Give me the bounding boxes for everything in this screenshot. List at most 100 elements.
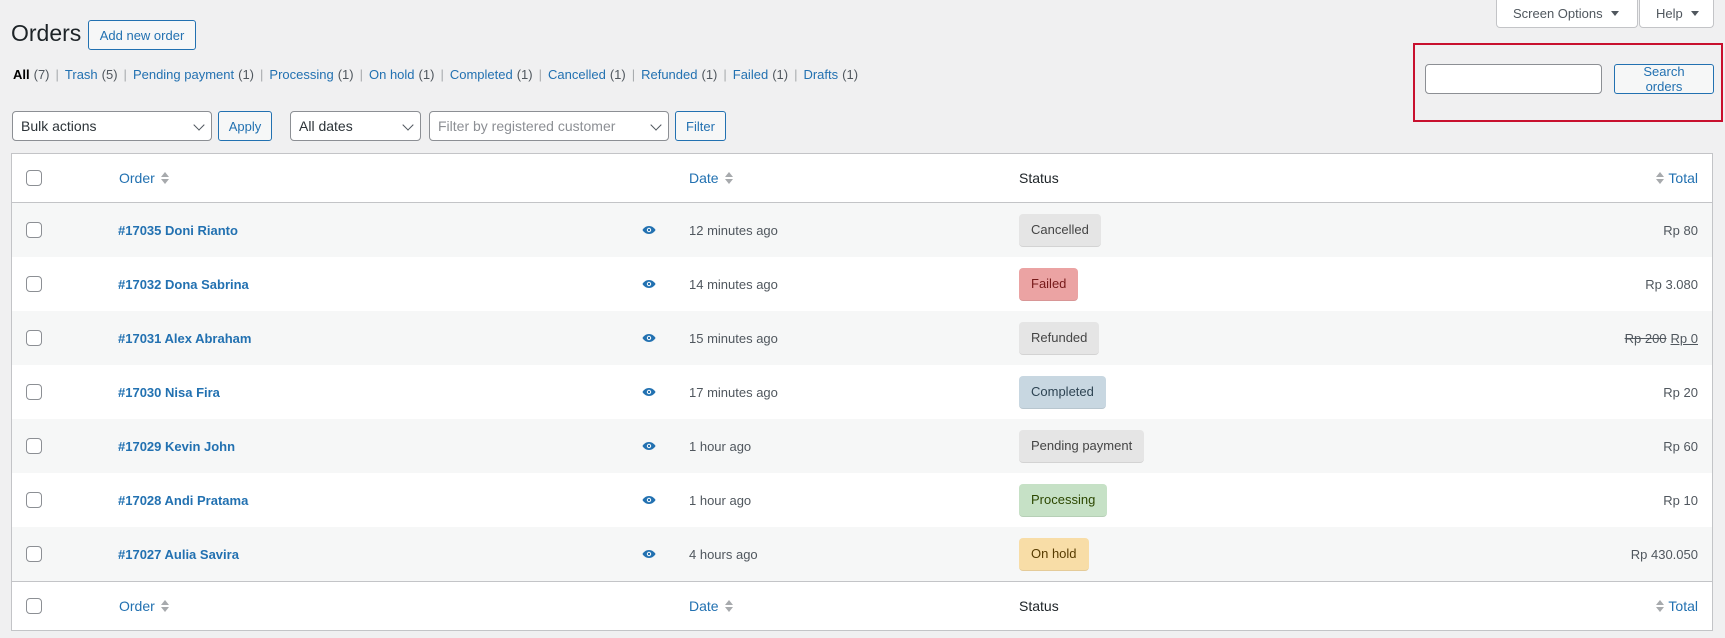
- select-all-checkbox[interactable]: [26, 170, 42, 186]
- order-date: 17 minutes ago: [689, 384, 778, 400]
- order-total-value: Rp 0: [1670, 330, 1698, 346]
- eye-icon[interactable]: [642, 493, 656, 508]
- table-row[interactable]: #17031 Alex Abraham 15 minutes ago Refunde…: [12, 311, 1712, 365]
- filter-link-count: (1): [238, 67, 255, 82]
- order-status-badge: Cancelled: [1019, 213, 1101, 247]
- column-date-sort-footer[interactable]: Date: [689, 598, 719, 614]
- orders-table: Order Date Status Total #17035 Doni Rian…: [11, 153, 1713, 631]
- filter-link-count: (1): [418, 67, 435, 82]
- table-row[interactable]: #17030 Nisa Fira 17 minutes ago Completed R…: [12, 365, 1712, 419]
- eye-icon[interactable]: [642, 223, 656, 238]
- eye-icon[interactable]: [642, 385, 656, 400]
- sort-arrows-icon: [160, 172, 169, 184]
- filter-link-drafts[interactable]: Drafts: [803, 67, 838, 82]
- add-new-order-button[interactable]: Add new order: [88, 20, 196, 50]
- select-all-checkbox-footer[interactable]: [26, 598, 42, 614]
- help-tab[interactable]: Help: [1639, 0, 1714, 28]
- filter-link-cancelled[interactable]: Cancelled: [548, 67, 606, 82]
- help-label: Help: [1656, 6, 1683, 21]
- filter-link-trash[interactable]: Trash: [65, 67, 98, 82]
- filter-link-label: Pending payment: [132, 67, 235, 82]
- status-filter-links: All (7) | Trash (5) | Pending payment (1) | Proce…: [13, 67, 858, 82]
- eye-icon[interactable]: [642, 331, 656, 346]
- filter-link-label: Processing: [269, 67, 334, 82]
- table-row[interactable]: #17032 Dona Sabrina 14 minutes ago Failed R…: [12, 257, 1712, 311]
- caret-down-icon: [1690, 11, 1699, 16]
- order-link[interactable]: #17027 Aulia Savira: [118, 547, 239, 562]
- filter-link-all[interactable]: All: [13, 67, 30, 82]
- sort-arrows-icon: [1656, 172, 1665, 184]
- sort-arrows-icon: [724, 172, 733, 184]
- column-status-label: Status: [1019, 598, 1059, 614]
- column-status-label: Status: [1019, 170, 1059, 186]
- row-checkbox[interactable]: [26, 438, 42, 454]
- row-checkbox[interactable]: [26, 384, 42, 400]
- filter-separator: |: [123, 67, 127, 82]
- row-checkbox[interactable]: [26, 330, 42, 346]
- eye-icon[interactable]: [642, 439, 656, 454]
- page-title: Orders: [11, 20, 82, 46]
- filter-separator: |: [723, 67, 727, 82]
- date-filter-select[interactable]: All dates: [290, 111, 421, 141]
- filter-separator: |: [631, 67, 636, 82]
- filter-link-count: (5): [101, 67, 118, 82]
- order-link[interactable]: #17035 Doni Rianto: [118, 223, 238, 238]
- caret-down-icon: [1610, 11, 1619, 16]
- order-total-original: Rp 200: [1624, 330, 1667, 346]
- row-checkbox[interactable]: [26, 492, 42, 508]
- chevron-down-icon: [650, 119, 662, 131]
- filter-link-count: (1): [609, 67, 626, 82]
- filter-link-label: Drafts: [803, 67, 839, 82]
- filter-link-processing[interactable]: Processing: [269, 67, 333, 82]
- filter-link-count: (1): [516, 67, 533, 82]
- row-checkbox[interactable]: [26, 546, 42, 562]
- order-status-badge: On hold: [1019, 537, 1089, 571]
- order-link[interactable]: #17031 Alex Abraham: [118, 331, 251, 346]
- customer-filter-select[interactable]: Filter by registered customer: [429, 111, 669, 141]
- eye-icon[interactable]: [642, 277, 656, 292]
- filter-separator: |: [55, 67, 59, 82]
- column-total-sort-footer[interactable]: Total: [1668, 598, 1698, 614]
- order-date: 1 hour ago: [689, 492, 752, 508]
- order-date: 15 minutes ago: [689, 330, 778, 346]
- filter-link-label: Trash: [64, 67, 98, 82]
- column-date-label: Date: [689, 598, 719, 614]
- column-order-sort-footer[interactable]: Order: [119, 598, 155, 614]
- search-input[interactable]: [1425, 64, 1602, 94]
- eye-icon[interactable]: [642, 547, 656, 562]
- filter-link-pending-payment[interactable]: Pending payment: [133, 67, 234, 82]
- filter-link-count: (1): [337, 67, 354, 82]
- table-row[interactable]: #17029 Kevin John 1 hour ago Pending payme…: [12, 419, 1712, 473]
- order-link[interactable]: #17028 Andi Pratama: [118, 493, 248, 508]
- sort-arrows-icon: [160, 600, 169, 612]
- column-date-label: Date: [689, 170, 719, 186]
- order-total: Rp 20: [1663, 365, 1698, 419]
- filter-link-failed[interactable]: Failed: [733, 67, 768, 82]
- column-order-sort[interactable]: Order: [119, 170, 155, 186]
- column-total-sort[interactable]: Total: [1668, 170, 1698, 186]
- order-link[interactable]: #17029 Kevin John: [118, 439, 235, 454]
- filter-button[interactable]: Filter: [675, 111, 726, 141]
- filter-link-refunded[interactable]: Refunded: [641, 67, 697, 82]
- row-checkbox[interactable]: [26, 222, 42, 238]
- sort-arrows-icon: [1656, 600, 1665, 612]
- order-link[interactable]: #17032 Dona Sabrina: [118, 277, 249, 292]
- column-date-sort[interactable]: Date: [689, 170, 719, 186]
- screen-options-tab[interactable]: Screen Options: [1496, 0, 1638, 28]
- filter-link-count: (1): [772, 67, 789, 82]
- filter-separator: |: [359, 67, 363, 82]
- table-row[interactable]: #17035 Doni Rianto 12 minutes ago Cancelle…: [12, 203, 1712, 257]
- row-checkbox[interactable]: [26, 276, 42, 292]
- order-status-badge: Refunded: [1019, 321, 1100, 355]
- bulk-actions-select[interactable]: Bulk actions: [12, 111, 212, 141]
- filter-separator: |: [260, 67, 264, 82]
- filter-link-completed[interactable]: Completed: [450, 67, 513, 82]
- table-row[interactable]: #17027 Aulia Savira 4 hours ago On hold Rp …: [12, 527, 1712, 581]
- order-link[interactable]: #17030 Nisa Fira: [118, 385, 220, 400]
- table-row[interactable]: #17028 Andi Pratama 1 hour ago Processing R…: [12, 473, 1712, 527]
- apply-button[interactable]: Apply: [218, 111, 272, 141]
- search-orders-button[interactable]: Search orders: [1614, 64, 1714, 94]
- filter-link-count: (1): [701, 67, 718, 82]
- filter-link-on-hold[interactable]: On hold: [369, 67, 415, 82]
- order-date: 14 minutes ago: [689, 276, 778, 292]
